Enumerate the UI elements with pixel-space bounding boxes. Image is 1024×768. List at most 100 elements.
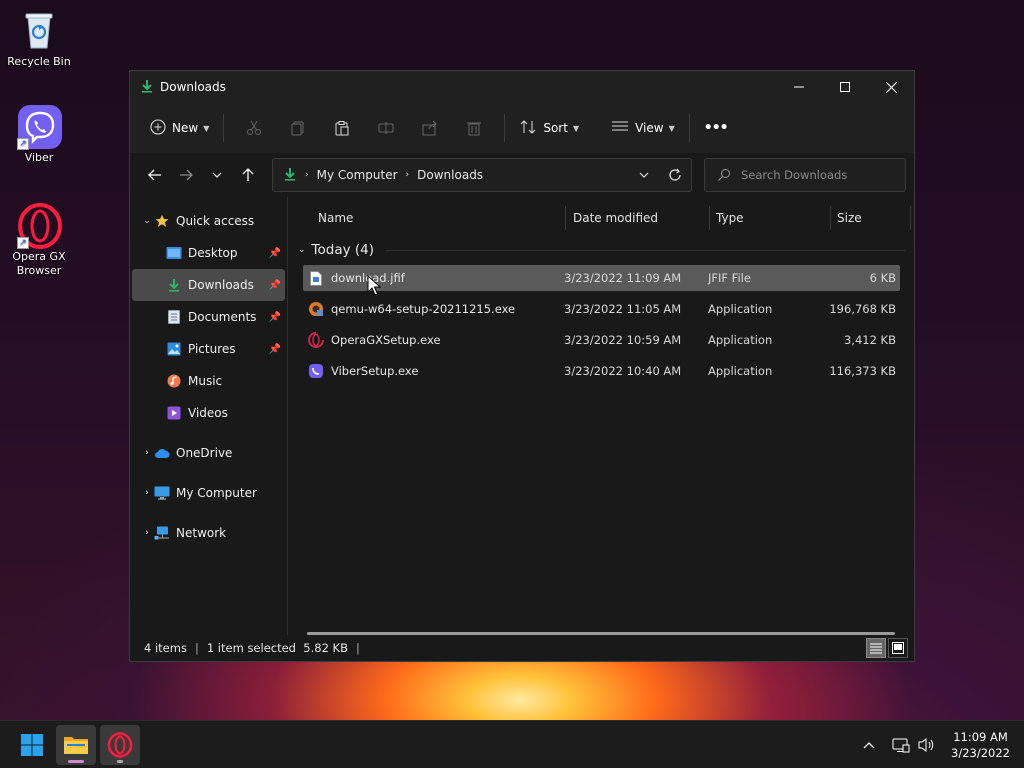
large-icons-view-button[interactable] bbox=[888, 638, 908, 658]
sidebar-item-label: Desktop bbox=[188, 246, 238, 260]
navigation-bar: › My Computer › Downloads bbox=[130, 153, 914, 197]
chevron-down-icon[interactable]: ⌄ bbox=[140, 216, 154, 226]
breadcrumb-downloads[interactable]: Downloads bbox=[417, 168, 483, 182]
opera-gx-installer-icon bbox=[308, 332, 324, 348]
share-button[interactable] bbox=[415, 112, 445, 144]
details-view-button[interactable] bbox=[866, 638, 886, 658]
address-bar[interactable]: › My Computer › Downloads bbox=[272, 158, 692, 192]
desktop-icon-opera-gx[interactable]: ↗ Opera GX Browser bbox=[4, 203, 74, 278]
scissors-icon bbox=[247, 120, 262, 135]
file-list: download.jfif 3/23/2022 11:09 AM JFIF Fi… bbox=[288, 261, 914, 384]
sidebar-item-label: Network bbox=[176, 526, 227, 540]
up-button[interactable] bbox=[233, 160, 263, 190]
details-view-icon bbox=[870, 643, 882, 654]
back-button[interactable] bbox=[140, 160, 170, 190]
group-divider bbox=[386, 249, 906, 251]
desktop-icon-viber[interactable]: ↗ Viber bbox=[4, 104, 74, 165]
music-icon bbox=[166, 373, 182, 389]
close-button[interactable] bbox=[868, 71, 914, 103]
qemu-installer-icon bbox=[308, 301, 324, 317]
sort-icon bbox=[519, 119, 537, 138]
recycle-bin-icon bbox=[17, 8, 61, 52]
desktop-icon-recycle-bin[interactable]: Recycle Bin bbox=[4, 8, 74, 69]
group-header-today[interactable]: ⌄ Today (4) bbox=[288, 239, 914, 261]
minimize-button[interactable] bbox=[776, 71, 822, 103]
system-tray: 11:09 AM 3/23/2022 bbox=[855, 729, 1010, 761]
refresh-button[interactable] bbox=[660, 160, 690, 190]
running-app-indicator bbox=[117, 759, 123, 763]
chevron-right-icon: › bbox=[405, 170, 410, 180]
column-header-date-modified[interactable]: Date modified bbox=[566, 206, 710, 230]
delete-button[interactable] bbox=[459, 112, 489, 144]
column-header-size[interactable]: Size bbox=[831, 206, 911, 230]
forward-button[interactable] bbox=[171, 160, 201, 190]
refresh-icon bbox=[669, 168, 681, 181]
shortcut-arrow-icon: ↗ bbox=[17, 237, 29, 249]
clock[interactable]: 11:09 AM 3/23/2022 bbox=[951, 729, 1010, 761]
file-date: 3/23/2022 10:59 AM bbox=[564, 333, 682, 347]
sidebar-item-documents[interactable]: Documents 📌 bbox=[132, 301, 285, 333]
file-row[interactable]: download.jfif 3/23/2022 11:09 AM JFIF Fi… bbox=[303, 265, 900, 291]
breadcrumb-my-computer[interactable]: My Computer bbox=[317, 168, 398, 182]
file-date: 3/23/2022 10:40 AM bbox=[564, 364, 682, 378]
toolbar-separator bbox=[504, 114, 506, 142]
arrow-up-icon bbox=[242, 168, 254, 181]
sidebar-item-music[interactable]: Music bbox=[132, 365, 285, 397]
more-options-button[interactable]: ••• bbox=[698, 112, 734, 144]
cut-button[interactable] bbox=[239, 112, 269, 144]
sidebar-item-onedrive[interactable]: › OneDrive bbox=[132, 437, 285, 469]
volume-button[interactable] bbox=[915, 733, 939, 757]
copy-button[interactable] bbox=[283, 112, 313, 144]
chevron-right-icon[interactable]: › bbox=[140, 488, 154, 498]
sort-button[interactable]: Sort ▼ bbox=[513, 112, 585, 144]
sidebar-item-network[interactable]: › Network bbox=[132, 517, 285, 549]
file-size: 196,768 KB bbox=[829, 302, 896, 316]
search-box[interactable] bbox=[704, 158, 906, 192]
sidebar-item-label: Pictures bbox=[188, 342, 236, 356]
active-app-indicator bbox=[68, 759, 84, 763]
sidebar-item-my-computer[interactable]: › My Computer bbox=[132, 477, 285, 509]
sidebar-item-desktop[interactable]: Desktop 📌 bbox=[132, 237, 285, 269]
recent-locations-button[interactable] bbox=[202, 160, 232, 190]
title-bar[interactable]: Downloads bbox=[130, 71, 914, 103]
pin-icon: 📌 bbox=[268, 343, 281, 355]
new-button[interactable]: New ▼ bbox=[144, 112, 215, 144]
network-icon bbox=[154, 525, 170, 541]
column-header-type[interactable]: Type bbox=[710, 206, 831, 230]
sidebar-item-pictures[interactable]: Pictures 📌 bbox=[132, 333, 285, 365]
taskbar-opera-gx[interactable] bbox=[100, 724, 140, 765]
paste-button[interactable] bbox=[327, 112, 357, 144]
file-type: Application bbox=[708, 364, 773, 378]
show-hidden-icons-button[interactable] bbox=[857, 733, 881, 757]
start-button[interactable] bbox=[12, 725, 52, 765]
column-headers: Name Date modified Type Size bbox=[288, 197, 914, 239]
sidebar-item-label: Downloads bbox=[188, 278, 254, 292]
view-button[interactable]: View ▼ bbox=[605, 112, 681, 144]
taskbar-file-explorer[interactable] bbox=[56, 724, 96, 765]
desktop-icon bbox=[166, 245, 182, 261]
chevron-right-icon[interactable]: › bbox=[140, 448, 154, 458]
sidebar-item-downloads[interactable]: Downloads 📌 bbox=[132, 269, 285, 301]
image-file-icon bbox=[308, 270, 324, 286]
chevron-down-icon: ⌄ bbox=[298, 245, 306, 255]
view-label: View bbox=[635, 121, 664, 135]
maximize-button[interactable] bbox=[822, 71, 868, 103]
file-row[interactable]: ViberSetup.exe 3/23/2022 10:40 AM Applic… bbox=[303, 358, 900, 384]
file-size: 6 KB bbox=[869, 271, 896, 285]
sidebar-item-label: Documents bbox=[188, 310, 257, 324]
chevron-down-icon: ▼ bbox=[203, 123, 210, 133]
sidebar-item-quick-access[interactable]: ⌄ Quick access bbox=[132, 205, 285, 237]
search-input[interactable] bbox=[741, 168, 891, 182]
file-row[interactable]: OperaGXSetup.exe 3/23/2022 10:59 AM Appl… bbox=[303, 327, 900, 353]
sidebar-item-videos[interactable]: Videos bbox=[132, 397, 285, 429]
column-header-name[interactable]: Name bbox=[318, 206, 566, 230]
pin-icon: 📌 bbox=[268, 279, 281, 291]
network-status-button[interactable] bbox=[889, 733, 913, 757]
folder-icon bbox=[64, 736, 88, 754]
rename-icon bbox=[378, 122, 394, 134]
chevron-right-icon[interactable]: › bbox=[140, 528, 154, 538]
rename-button[interactable] bbox=[371, 112, 401, 144]
address-dropdown-button[interactable] bbox=[629, 160, 659, 190]
viber-installer-icon bbox=[308, 363, 324, 379]
file-row[interactable]: qemu-w64-setup-20211215.exe 3/23/2022 11… bbox=[303, 296, 900, 322]
